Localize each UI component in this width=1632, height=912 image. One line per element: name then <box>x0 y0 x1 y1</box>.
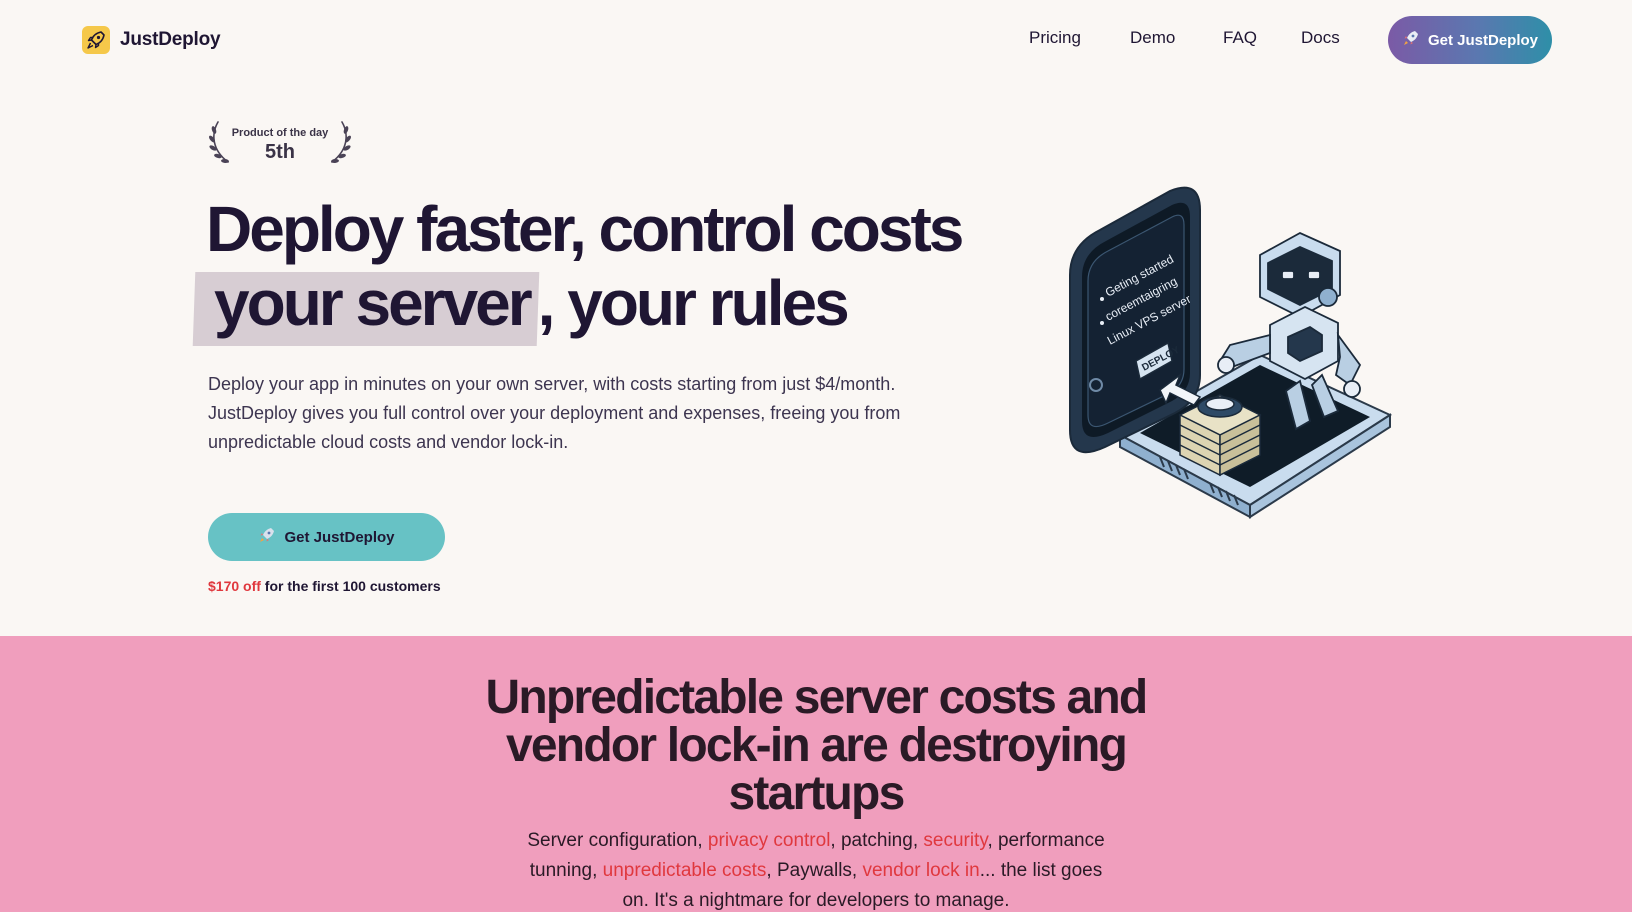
nav-link-demo[interactable]: Demo <box>1130 28 1175 48</box>
problem-text-segment: , Paywalls, <box>766 860 863 881</box>
offer-rest: for the first 100 customers <box>260 578 441 594</box>
hero-title-highlight: your server <box>194 266 538 340</box>
problem-highlight-costs: unpredictable costs <box>602 860 767 881</box>
problem-text-segment: , patching, <box>830 830 924 851</box>
hero-title-line2-rest: , your rules <box>537 267 850 339</box>
nav-get-justdeploy-button[interactable]: Get JustDeploy <box>1388 16 1552 64</box>
problem-highlight-vendor-lock: vendor lock in <box>862 860 980 881</box>
deploy-robot-illustration: Geting started coreemtaigring Linux VPS … <box>1060 185 1400 525</box>
award-label: Product of the day <box>231 127 329 139</box>
nav-link-pricing[interactable]: Pricing <box>1029 28 1081 48</box>
top-nav: JustDeploy Pricing Demo FAQ Docs Get Jus… <box>0 0 1632 80</box>
problem-text: Server configuration, privacy control, p… <box>526 826 1106 912</box>
rocket-icon <box>1402 29 1420 51</box>
product-of-the-day-badge: Product of the day 5th <box>206 118 354 166</box>
deploy-robot-illustration-art: Geting started coreemtaigring Linux VPS … <box>1069 186 1393 519</box>
problem-text-segment: Server configuration, <box>527 830 708 851</box>
hero-title-line1: Deploy faster, control costs <box>206 193 964 265</box>
nav-link-faq[interactable]: FAQ <box>1223 28 1257 48</box>
offer-text: $170 off for the first 100 customers <box>208 578 441 594</box>
hero-get-justdeploy-button[interactable]: Get JustDeploy <box>208 513 445 561</box>
hero-title-line2: your server, your rules <box>206 266 850 340</box>
award-rank: 5th <box>265 141 295 163</box>
problem-title: Unpredictable server costs and vendor lo… <box>485 671 1149 820</box>
rocket-icon <box>258 526 276 548</box>
hero-description: Deploy your app in minutes on your own s… <box>208 374 901 452</box>
hero-title: Deploy faster, control costs your server… <box>206 192 986 339</box>
nav-link-docs[interactable]: Docs <box>1301 28 1340 48</box>
problem-highlight-security: security <box>923 830 988 851</box>
offer-highlight: $170 off <box>208 578 261 594</box>
nav-cta-label: Get JustDeploy <box>1427 31 1539 49</box>
problem-section: Unpredictable server costs and vendor lo… <box>0 636 1632 912</box>
problem-highlight-privacy: privacy control <box>707 830 831 851</box>
hero-cta-label: Get JustDeploy <box>284 528 395 546</box>
